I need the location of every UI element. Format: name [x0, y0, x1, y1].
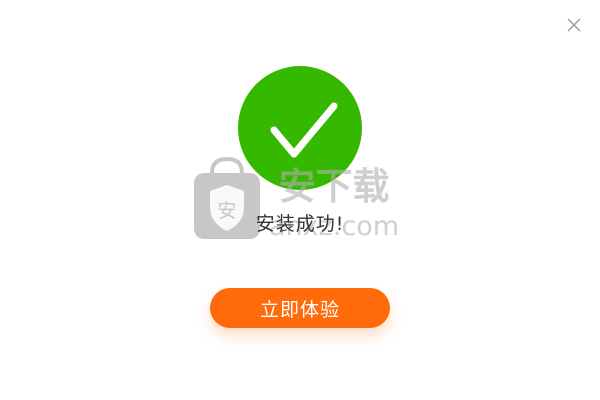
- install-success-dialog: 安 安下载 anxz.com 安装成功! 立即体验: [0, 0, 600, 400]
- try-now-button-label: 立即体验: [259, 298, 340, 321]
- close-icon: [567, 18, 581, 32]
- close-button[interactable]: [564, 15, 584, 35]
- try-now-button[interactable]: 立即体验: [210, 288, 390, 328]
- success-indicator: [238, 66, 362, 190]
- checkmark-icon: [270, 102, 338, 158]
- install-status-text: 安装成功!: [255, 213, 345, 235]
